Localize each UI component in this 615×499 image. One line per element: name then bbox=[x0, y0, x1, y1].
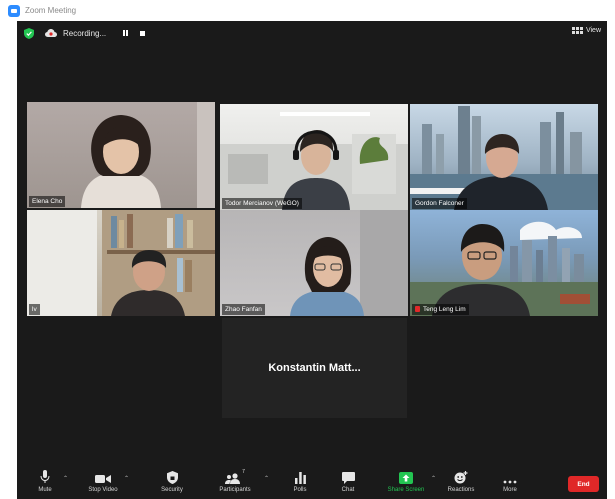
participant-name-tag: Gordon Falconer bbox=[412, 198, 467, 209]
reactions-button[interactable]: Reactions bbox=[443, 467, 479, 499]
audio-options-chevron-icon[interactable]: ⌃ bbox=[63, 475, 68, 482]
view-label: View bbox=[585, 27, 601, 34]
share-screen-label: Share Screen bbox=[387, 487, 425, 493]
zoom-app-icon bbox=[8, 4, 20, 17]
chat-bubble-icon bbox=[341, 472, 355, 484]
participant-video-placeholder bbox=[290, 210, 408, 316]
participants-options-chevron-icon[interactable]: ⌃ bbox=[264, 475, 269, 482]
stop-icon bbox=[140, 30, 146, 36]
participant-video-tile[interactable]: Gordon Falconer bbox=[410, 104, 598, 210]
share-options-chevron-icon[interactable]: ⌃ bbox=[431, 475, 436, 482]
reactions-label: Reactions bbox=[447, 487, 475, 493]
mute-button[interactable]: Mute bbox=[32, 467, 58, 499]
share-screen-arrow-icon bbox=[399, 472, 413, 484]
participant-video-tile[interactable]: Elena Cho bbox=[27, 102, 215, 208]
participant-video-placeholder bbox=[410, 106, 598, 210]
participant-video-placeholder bbox=[81, 102, 215, 208]
microphone-icon bbox=[40, 470, 50, 483]
participant-video-placeholder bbox=[27, 210, 215, 316]
video-options-chevron-icon[interactable]: ⌃ bbox=[124, 475, 129, 482]
security-button[interactable]: Security bbox=[157, 467, 187, 499]
more-ellipsis-icon bbox=[503, 480, 517, 484]
meeting-topbar: Recording... View bbox=[17, 21, 607, 45]
share-screen-button[interactable]: Share Screen bbox=[383, 467, 429, 499]
chat-label: Chat bbox=[341, 487, 355, 493]
participants-count: 7 bbox=[242, 469, 245, 475]
participant-video-placeholder bbox=[220, 112, 408, 210]
end-meeting-button[interactable]: End bbox=[568, 476, 599, 492]
security-shield-icon[interactable] bbox=[24, 28, 34, 39]
participant-name-tag: lv bbox=[29, 304, 40, 315]
participant-video-tile[interactable]: Todor Mercianov (WeGO) bbox=[220, 104, 408, 210]
chat-button[interactable]: Chat bbox=[335, 467, 361, 499]
mute-label: Mute bbox=[38, 487, 52, 493]
window-titlebar: Zoom Meeting bbox=[0, 0, 615, 21]
participant-video-tile[interactable]: lv bbox=[27, 210, 215, 316]
pause-recording-button[interactable] bbox=[120, 28, 131, 39]
participants-label: Participants bbox=[219, 487, 251, 493]
window-title: Zoom Meeting bbox=[25, 6, 77, 15]
more-label: More bbox=[503, 487, 517, 493]
participant-no-video-tile[interactable]: Konstantin Matt... bbox=[222, 318, 407, 418]
stop-video-label: Stop Video bbox=[88, 487, 118, 493]
recording-label: Recording... bbox=[63, 28, 107, 38]
participants-button[interactable]: 7 Participants bbox=[215, 467, 255, 499]
participant-name-label: Konstantin Matt... bbox=[268, 362, 361, 374]
recording-indicator: Recording... bbox=[45, 26, 148, 40]
gallery-view-icon bbox=[571, 27, 583, 34]
participant-video-tile[interactable]: Teng Leng Lim bbox=[410, 210, 598, 316]
reactions-smiley-icon bbox=[454, 471, 468, 484]
stop-recording-button[interactable] bbox=[137, 28, 148, 39]
meeting-window: Recording... View Elena Cho Todor Mercia… bbox=[17, 21, 607, 499]
polls-button[interactable]: Polls bbox=[287, 467, 313, 499]
polls-bar-chart-icon bbox=[294, 472, 306, 484]
participant-name-tag: Teng Leng Lim bbox=[412, 304, 469, 315]
polls-label: Polls bbox=[293, 487, 307, 493]
video-camera-icon bbox=[95, 475, 111, 483]
participants-icon bbox=[225, 473, 241, 484]
shield-icon bbox=[166, 471, 178, 484]
meeting-toolbar: Mute ⌃ Stop Video ⌃ Security 7 Participa… bbox=[17, 467, 607, 499]
participant-name: Teng Leng Lim bbox=[423, 306, 466, 313]
cloud-recording-icon bbox=[45, 28, 57, 37]
participant-video-placeholder bbox=[410, 221, 598, 316]
view-button[interactable]: View bbox=[571, 27, 601, 34]
stop-video-button[interactable]: Stop Video bbox=[83, 467, 123, 499]
more-button[interactable]: More bbox=[497, 467, 523, 499]
pause-icon bbox=[122, 30, 129, 36]
participant-name-tag: Elena Cho bbox=[29, 196, 66, 207]
security-label: Security bbox=[161, 487, 183, 493]
participant-video-tile[interactable]: Zhao Fanfan bbox=[220, 210, 408, 316]
muted-mic-icon bbox=[415, 306, 420, 312]
participant-name-tag: Zhao Fanfan bbox=[222, 304, 265, 315]
participant-name-tag: Todor Mercianov (WeGO) bbox=[222, 198, 302, 209]
